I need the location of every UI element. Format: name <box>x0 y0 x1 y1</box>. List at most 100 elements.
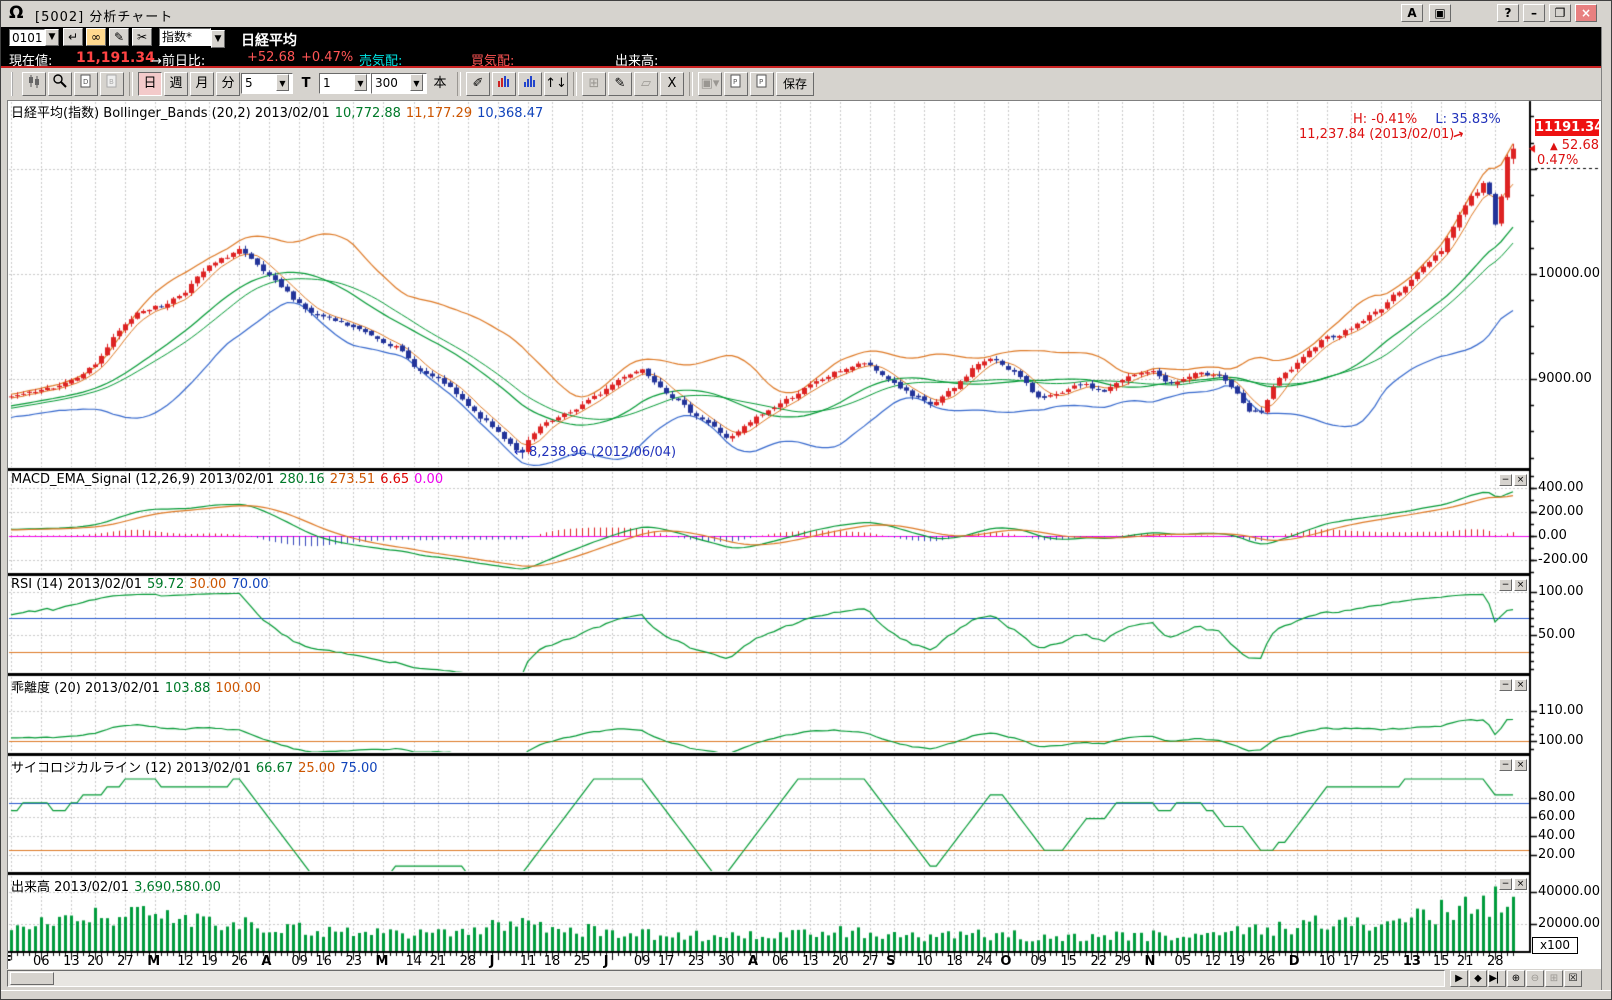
rsi-panel-title-text: RSI (14) 2013/02/01 <box>11 577 142 592</box>
window-frame-right <box>1601 27 1612 1000</box>
volume-panel-title-text: 出来高 2013/02/01 <box>11 880 129 895</box>
x-axis-label: 13 <box>1403 954 1421 969</box>
y-axis-label: 9000.00 <box>1538 371 1592 386</box>
y-axis-label: 80.00 <box>1538 790 1575 805</box>
x-axis-label: 13 <box>802 954 819 969</box>
x-axis-label: S <box>886 954 895 969</box>
kairi-panel-title-text: 乖離度 (20) 2013/02/01 <box>11 681 160 696</box>
x-axis-label: 27 <box>117 954 134 969</box>
x-axis-label: 29 <box>1114 954 1131 969</box>
x-axis-label: 09 <box>291 954 308 969</box>
x-axis-label: 20 <box>87 954 104 969</box>
x-axis-label: 13 <box>63 954 80 969</box>
macd-value: 280.16 <box>279 472 325 487</box>
scrollbar-row: ▶◆▶▏⊕⊖⊞☒ <box>1 969 1612 990</box>
bollinger-lower-value: 10,368.47 <box>477 106 543 121</box>
y-axis-label: 60.00 <box>1538 809 1575 824</box>
x-axis-label: 18 <box>544 954 561 969</box>
price-change-value: 52.68 <box>1562 138 1599 153</box>
x-axis-label: J <box>604 954 609 969</box>
low-pct-annotation: L: 35.83% <box>1435 112 1500 127</box>
analysis-chart-window: Ω [5002] 分析チャート A▣?–❐× ▼ ↵∞✎✂ 指数*▼ 日経平均 … <box>0 0 1612 1000</box>
scroll-right-button[interactable]: ▶ <box>1450 970 1468 987</box>
x-axis-label: 25 <box>574 954 591 969</box>
y-axis-label: 40.00 <box>1538 828 1575 843</box>
y-axis-label: 40000.00 <box>1538 884 1600 899</box>
x-axis-label: 17 <box>1343 954 1360 969</box>
macd-signal-value: 273.51 <box>330 472 376 487</box>
close-panel-button[interactable]: ☒ <box>1564 970 1582 987</box>
panel-close-button[interactable]: × <box>1514 474 1527 486</box>
grid-toggle-button: ⊞ <box>1545 970 1563 987</box>
psych-panel-title-text: サイコロジカルライン (12) 2013/02/01 <box>11 761 251 776</box>
x-axis-label: 25 <box>1373 954 1390 969</box>
up-arrow-icon: ▲ <box>1550 141 1558 152</box>
zoom-in-button[interactable]: ⊕ <box>1507 970 1525 987</box>
x-axis-label: N <box>1145 954 1156 969</box>
scrollbar-track[interactable] <box>7 970 1445 987</box>
x-axis-label: 19 <box>1229 954 1246 969</box>
x-axis-label: 23 <box>688 954 705 969</box>
volume-panel-title: 出来高 2013/02/01 3,690,580.00 <box>11 876 221 895</box>
high-low-annotation: H: -0.41% L: 35.83% <box>1353 112 1501 127</box>
y-axis-label: -200.00 <box>1538 552 1588 567</box>
panel-minimize-button[interactable]: − <box>1499 474 1512 486</box>
x-axis-label: 27 <box>862 954 879 969</box>
chart-canvas[interactable] <box>1 1 1612 1000</box>
price-change-box: ▲ 52.68 <box>1535 138 1599 153</box>
scroll-step-button[interactable]: ◆ <box>1469 970 1487 987</box>
x-axis-label: 23 <box>345 954 362 969</box>
panel-close-button[interactable]: × <box>1514 878 1527 890</box>
x-axis-label: 18 <box>946 954 963 969</box>
y-axis-label: 10000.00 <box>1538 266 1600 281</box>
x-axis-label: 16 <box>315 954 332 969</box>
psych-upper-ref: 75.00 <box>340 761 377 776</box>
y-axis-label: 100.00 <box>1538 584 1584 599</box>
x-axis-label: 10 <box>916 954 933 969</box>
psych-value: 66.67 <box>256 761 293 776</box>
y-axis-label: 20.00 <box>1538 847 1575 862</box>
panel-minimize-button[interactable]: − <box>1499 579 1512 591</box>
x-axis-label: A <box>748 954 758 969</box>
kairi-ref: 100.00 <box>215 681 261 696</box>
x-axis-label: 17 <box>658 954 675 969</box>
x-axis-label: 26 <box>1259 954 1276 969</box>
x-axis-label: M <box>375 954 388 969</box>
scroll-end-button[interactable]: ▶▏ <box>1488 970 1506 987</box>
x-axis-label: 24 <box>976 954 993 969</box>
panel-minimize-button[interactable]: − <box>1499 878 1512 890</box>
price-pct-box: 0.47% <box>1537 153 1578 168</box>
panel-close-button[interactable]: × <box>1514 759 1527 771</box>
x-axis-label: 21 <box>430 954 447 969</box>
y-axis-label: 400.00 <box>1538 480 1584 495</box>
x-axis-label: 12 <box>177 954 194 969</box>
rsi-value: 59.72 <box>147 577 184 592</box>
macd-panel-title-text: MACD_EMA_Signal (12,26,9) 2013/02/01 <box>11 472 274 487</box>
scrollbar-thumb[interactable] <box>10 972 54 985</box>
bollinger-mid-value: 10,772.88 <box>335 106 401 121</box>
panel-minimize-button[interactable]: − <box>1499 759 1512 771</box>
x-axis-label: 06 <box>33 954 50 969</box>
y-axis-label: 50.00 <box>1538 627 1575 642</box>
rsi-panel-title: RSI (14) 2013/02/0159.7230.0070.00 <box>11 577 269 592</box>
kairi-panel-title: 乖離度 (20) 2013/02/01103.88100.00 <box>11 677 261 696</box>
y-axis-label: 110.00 <box>1538 703 1584 718</box>
x-axis-label: 14 <box>406 954 423 969</box>
x-axis-label: 30 <box>718 954 735 969</box>
bollinger-upper-value: 11,177.29 <box>406 106 472 121</box>
panel-minimize-button[interactable]: − <box>1499 679 1512 691</box>
psych-lower-ref: 25.00 <box>298 761 335 776</box>
x-axis-label: 11 <box>520 954 537 969</box>
x-axis-label: 15 <box>1433 954 1450 969</box>
x-axis-label: D <box>1289 954 1300 969</box>
panel-close-button[interactable]: × <box>1514 579 1527 591</box>
x-axis-label: 06 <box>772 954 789 969</box>
x-axis-label: 09 <box>634 954 651 969</box>
x-axis-label: A <box>261 954 271 969</box>
panel-close-button[interactable]: × <box>1514 679 1527 691</box>
x-axis-label: 21 <box>1457 954 1474 969</box>
y-axis-label: 0.00 <box>1538 528 1567 543</box>
macd-hist-value: 6.65 <box>380 472 409 487</box>
x-axis-label: 22 <box>1090 954 1107 969</box>
volume-value: 3,690,580.00 <box>134 880 221 895</box>
